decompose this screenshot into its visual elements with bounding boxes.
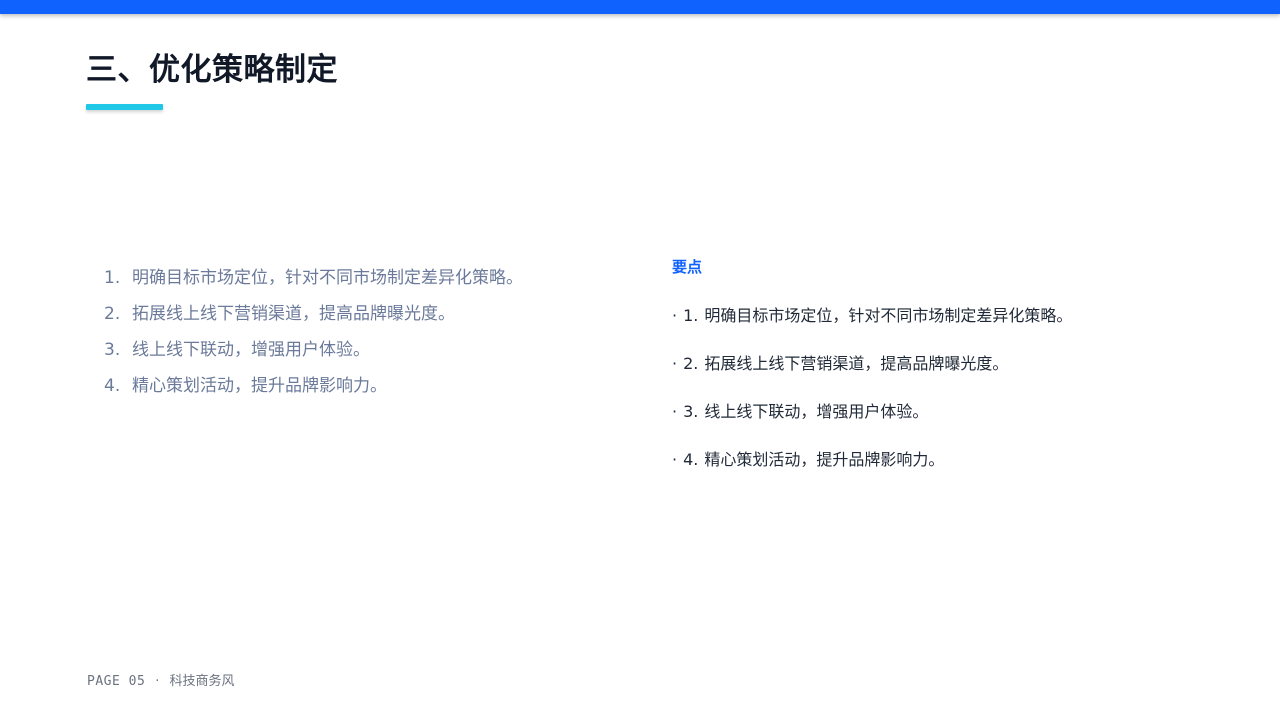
list-item-number: 1. xyxy=(104,268,121,288)
page-number: PAGE 05 xyxy=(87,674,146,689)
footer: PAGE 05 · 科技商务风 xyxy=(87,670,234,689)
point-item: · 4. 精心策划活动，提升品牌影响力。 xyxy=(672,446,1072,494)
slide: 三、优化策略制定 1. 明确目标市场定位，针对不同市场制定差异化策略。 2. 拓展线… xyxy=(0,0,1280,719)
point-item: · 3. 线上线下联动，增强用户体验。 xyxy=(672,398,1072,446)
bullet-dot: · xyxy=(672,306,678,325)
strategy-list: 1. 明确目标市场定位，针对不同市场制定差异化策略。 2. 拓展线上线下营销渠道，提… xyxy=(104,260,523,404)
list-item-text: 线上线下联动，增强用户体验。 xyxy=(132,340,370,360)
point-item-number: 3. xyxy=(683,402,699,421)
style-label: 科技商务风 xyxy=(169,674,235,689)
point-item: · 1. 明确目标市场定位，针对不同市场制定差异化策略。 xyxy=(672,302,1072,350)
bullet-dot: · xyxy=(672,354,678,373)
top-accent-bar xyxy=(0,0,1280,14)
title-underline xyxy=(86,104,163,110)
points-list: · 1. 明确目标市场定位，针对不同市场制定差异化策略。 · 2. 拓展线上线下营销渠道… xyxy=(672,302,1072,494)
point-item-number: 2. xyxy=(683,354,699,373)
point-item-number: 4. xyxy=(683,450,699,469)
list-item-text: 明确目标市场定位，针对不同市场制定差异化策略。 xyxy=(132,268,523,288)
slide-title: 三、优化策略制定 xyxy=(86,52,338,88)
bullet-dot: · xyxy=(672,450,678,469)
list-item: 1. 明确目标市场定位，针对不同市场制定差异化策略。 xyxy=(104,260,523,296)
point-item: · 2. 拓展线上线下营销渠道，提高品牌曝光度。 xyxy=(672,350,1072,398)
point-item-text: 明确目标市场定位，针对不同市场制定差异化策略。 xyxy=(704,306,1073,325)
point-item-text: 拓展线上线下营销渠道，提高品牌曝光度。 xyxy=(704,354,1009,373)
list-item: 2. 拓展线上线下营销渠道，提高品牌曝光度。 xyxy=(104,296,523,332)
list-item-number: 2. xyxy=(104,304,121,324)
points-heading: 要点 xyxy=(672,258,703,276)
list-item-text: 拓展线上线下营销渠道，提高品牌曝光度。 xyxy=(132,304,455,324)
list-item: 4. 精心策划活动，提升品牌影响力。 xyxy=(104,368,523,404)
list-item-text: 精心策划活动，提升品牌影响力。 xyxy=(132,376,387,396)
point-item-text: 线上线下联动，增强用户体验。 xyxy=(704,402,929,421)
list-item: 3. 线上线下联动，增强用户体验。 xyxy=(104,332,523,368)
footer-separator: · xyxy=(155,674,160,689)
list-item-number: 4. xyxy=(104,376,121,396)
point-item-text: 精心策划活动，提升品牌影响力。 xyxy=(704,450,945,469)
bullet-dot: · xyxy=(672,402,678,421)
list-item-number: 3. xyxy=(104,340,121,360)
point-item-number: 1. xyxy=(683,306,699,325)
